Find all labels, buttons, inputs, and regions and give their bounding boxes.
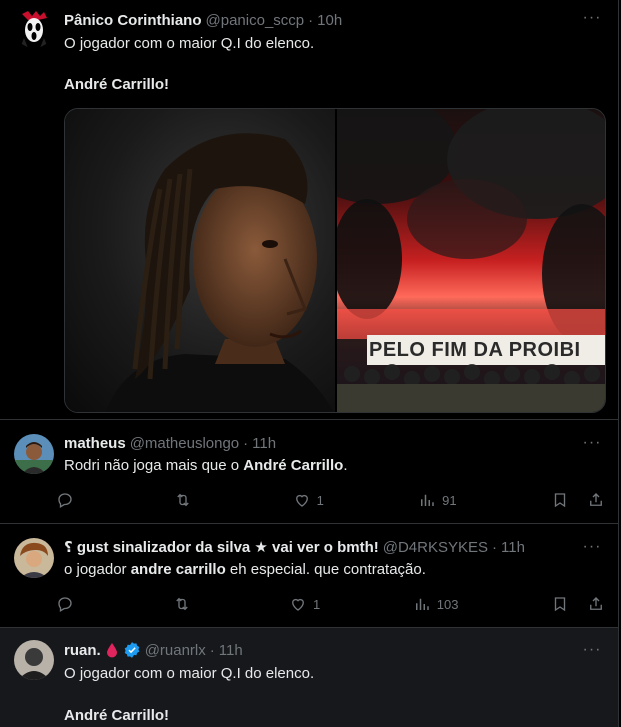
- views-count: 91: [442, 492, 457, 508]
- tweet-text-mention: andre carrillo: [130, 561, 226, 578]
- tweet-media[interactable]: PELO FIM DA PROIBI: [64, 108, 606, 413]
- retweet-button[interactable]: [173, 595, 197, 613]
- share-icon: [590, 597, 602, 610]
- separator-dot: ·: [308, 11, 314, 29]
- separator-dot: ·: [243, 434, 249, 452]
- bookmark-button[interactable]: [551, 595, 569, 613]
- bookmark-button[interactable]: [551, 491, 569, 509]
- avatar-matheus[interactable]: [14, 434, 54, 474]
- views-button[interactable]: 91: [418, 491, 457, 509]
- tweet-text-part: Rodri não joga mais que o: [64, 457, 244, 474]
- tweet-text-line2: André Carrillo!: [64, 707, 170, 724]
- separator-dot: ·: [209, 641, 215, 659]
- author-handle[interactable]: @panico_sccp: [206, 12, 305, 29]
- author-name[interactable]: Pânico Corinthiano: [64, 12, 202, 29]
- player-photo[interactable]: [65, 109, 335, 412]
- tweet-text: o jogador andre carrillo eh especial. qu…: [64, 560, 599, 580]
- bookmark-icon: [554, 493, 566, 508]
- more-options-button[interactable]: ···: [581, 8, 603, 28]
- author-handle[interactable]: @ruanrlx: [145, 642, 206, 659]
- author-name[interactable]: ruan.: [64, 642, 101, 659]
- share-icon: [590, 493, 602, 506]
- reply-button[interactable]: [56, 595, 80, 613]
- like-count: 1: [316, 492, 324, 508]
- reply-icon: [58, 597, 72, 612]
- tweet-header: ⸮ gust sinalizador da silva ★ vai ver o …: [64, 537, 579, 557]
- like-icon: [292, 598, 304, 611]
- tweet-actions: 1 103: [56, 593, 605, 615]
- tweet-ruan[interactable]: ruan. @ruanrlx · 11h ··· O jogador com o…: [0, 628, 618, 727]
- timestamp[interactable]: 10h: [317, 12, 342, 29]
- more-options-button[interactable]: ···: [581, 537, 603, 557]
- reply-button[interactable]: [56, 491, 80, 509]
- reply-icon: [58, 493, 72, 508]
- tweet-matheus[interactable]: matheus @matheuslongo · 11h ··· Rodri nã…: [0, 420, 618, 524]
- author-handle[interactable]: @matheuslongo: [130, 435, 239, 452]
- author-handle[interactable]: @D4RKSYKES: [383, 539, 488, 556]
- tweet-panico[interactable]: Pânico Corinthiano @panico_sccp · 10h ··…: [0, 0, 618, 420]
- views-count: 103: [436, 596, 459, 612]
- verified-icon[interactable]: [123, 641, 141, 659]
- avatar-gust[interactable]: [14, 538, 54, 578]
- share-button[interactable]: [587, 595, 605, 613]
- avatar-ruan[interactable]: [14, 640, 54, 680]
- retweet-button[interactable]: [174, 491, 198, 509]
- tweet-text-line1: O jogador com o maior Q.I do elenco.: [64, 665, 315, 682]
- timeline: Pânico Corinthiano @panico_sccp · 10h ··…: [0, 0, 619, 727]
- tweet-text-part: eh especial. que contratação.: [225, 561, 426, 578]
- timestamp[interactable]: 11h: [252, 435, 276, 452]
- separator-dot: ·: [492, 538, 497, 556]
- like-count: 1: [313, 596, 321, 612]
- author-name[interactable]: ⸮ gust sinalizador da silva ★ vai ver o …: [64, 538, 379, 556]
- timestamp[interactable]: 11h: [501, 539, 525, 556]
- tweet-actions: 1 91: [56, 489, 605, 511]
- stadium-flares-photo[interactable]: PELO FIM DA PROIBI: [337, 109, 605, 412]
- views-icon: [421, 494, 434, 506]
- avatar-panico[interactable]: [14, 8, 54, 48]
- tweet-text-part: .: [343, 457, 348, 474]
- tweet-text-mention: André Carrillo: [243, 457, 344, 474]
- banner-text: PELO FIM DA PROIBI: [369, 339, 581, 361]
- like-button[interactable]: 1: [293, 491, 324, 509]
- like-button[interactable]: 1: [289, 595, 320, 613]
- timestamp[interactable]: 11h: [219, 642, 243, 659]
- author-name[interactable]: matheus: [64, 435, 126, 452]
- retweet-icon: [175, 597, 188, 611]
- retweet-icon: [177, 493, 190, 507]
- tweet-gust[interactable]: ⸮ gust sinalizador da silva ★ vai ver o …: [0, 524, 618, 628]
- share-button[interactable]: [587, 491, 605, 509]
- tweet-text-line1: O jogador com o maior Q.I do elenco.: [64, 35, 315, 52]
- tweet-header: matheus @matheuslongo · 11h: [64, 433, 579, 453]
- tweet-header: Pânico Corinthiano @panico_sccp · 10h: [64, 10, 579, 30]
- tweet-header: ruan. @ruanrlx · 11h: [64, 640, 579, 660]
- like-icon: [295, 494, 308, 507]
- more-options-button[interactable]: ···: [581, 640, 603, 660]
- tweet-text: Rodri não joga mais que o André Carrillo…: [64, 456, 599, 476]
- views-button[interactable]: 103: [413, 595, 459, 613]
- blood-drop-icon: [106, 643, 117, 658]
- bookmark-icon: [554, 597, 566, 612]
- tweet-text-part: o jogador: [64, 561, 131, 578]
- more-options-button[interactable]: ···: [581, 433, 603, 453]
- tweet-text-line2: André Carrillo!: [64, 76, 170, 93]
- views-icon: [415, 598, 429, 610]
